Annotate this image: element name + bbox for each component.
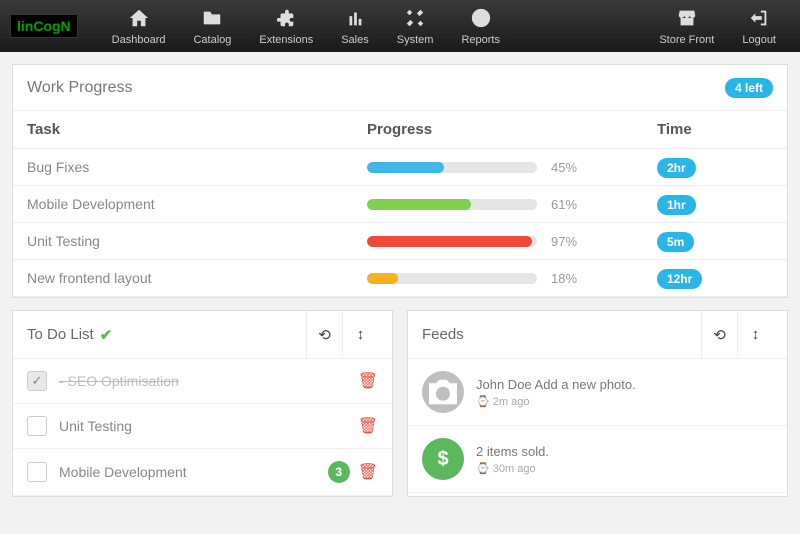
trash-icon[interactable]: 🗑 xyxy=(358,462,378,482)
wrench-icon xyxy=(404,7,426,32)
task-name: Mobile Development xyxy=(27,196,367,212)
progress-pct: 61% xyxy=(551,197,577,212)
todo-label: - SEO Optimisation xyxy=(59,373,179,389)
work-progress-title: Work Progress xyxy=(27,79,133,97)
checkbox[interactable] xyxy=(27,462,47,482)
trash-icon[interactable]: 🗑 xyxy=(358,371,378,391)
refresh-button[interactable]: ⟲ xyxy=(306,311,342,359)
top-nav: linCogN DashboardCatalogExtensionsSalesS… xyxy=(0,0,800,52)
nav-logout[interactable]: Logout xyxy=(728,3,790,50)
progress-pct: 97% xyxy=(551,234,577,249)
logout-icon xyxy=(748,7,770,32)
progress-pct: 45% xyxy=(551,160,577,175)
nav-extensions[interactable]: Extensions xyxy=(245,3,327,50)
trash-icon[interactable]: 🗑 xyxy=(358,416,378,436)
coins-icon xyxy=(344,7,366,32)
dollar-icon: $ xyxy=(422,438,464,480)
nav-store-front[interactable]: Store Front xyxy=(645,3,728,50)
progress-bar xyxy=(367,199,537,210)
work-progress-badge: 4 left xyxy=(725,78,773,98)
feed-item: John Doe Add a new photo. ⌚ 2m ago xyxy=(408,359,787,426)
home-icon xyxy=(128,7,150,32)
task-row: New frontend layout 18% 12hr xyxy=(13,260,787,297)
todo-item: Mobile Development 3 🗑 xyxy=(13,449,392,496)
time-badge: 12hr xyxy=(657,269,702,289)
store-icon xyxy=(676,7,698,32)
nav-catalog[interactable]: Catalog xyxy=(179,3,245,50)
nav-reports[interactable]: Reports xyxy=(447,3,514,50)
count-badge: 3 xyxy=(328,461,350,483)
task-row: Bug Fixes 45% 2hr xyxy=(13,149,787,186)
task-row: Unit Testing 97% 5m xyxy=(13,223,787,260)
feed-text: John Doe Add a new photo. xyxy=(476,377,636,392)
feed-text: 2 items sold. xyxy=(476,444,549,459)
col-header-task: Task xyxy=(27,121,367,138)
refresh-button[interactable]: ⟲ xyxy=(701,311,737,359)
nav-dashboard[interactable]: Dashboard xyxy=(98,3,180,50)
sort-button[interactable]: ↕ xyxy=(342,311,378,359)
progress-pct: 18% xyxy=(551,271,577,286)
work-progress-panel: Work Progress 4 left Task Progress Time … xyxy=(12,64,788,298)
nav-sales[interactable]: Sales xyxy=(327,3,383,50)
time-badge: 5m xyxy=(657,232,694,252)
folder-icon xyxy=(201,7,223,32)
todo-label: Unit Testing xyxy=(59,418,132,434)
col-header-progress: Progress xyxy=(367,121,657,138)
feed-item: $2 items sold. ⌚ 30m ago xyxy=(408,426,787,493)
checkbox[interactable] xyxy=(27,416,47,436)
todo-item: Unit Testing 🗑 xyxy=(13,404,392,449)
todo-item: - SEO Optimisation 🗑 xyxy=(13,359,392,404)
col-header-time: Time xyxy=(657,121,773,138)
nav-system[interactable]: System xyxy=(383,3,448,50)
task-name: New frontend layout xyxy=(27,270,367,286)
checkbox[interactable] xyxy=(27,371,47,391)
progress-bar xyxy=(367,273,537,284)
brand-logo: linCogN xyxy=(10,14,78,38)
feed-time: ⌚ 30m ago xyxy=(476,462,549,475)
time-badge: 1hr xyxy=(657,195,696,215)
todo-panel: To Do List ✔ ⟲ ↕ - SEO Optimisation🗑Unit… xyxy=(12,310,393,497)
sort-button[interactable]: ↕ xyxy=(737,311,773,359)
pie-icon xyxy=(470,7,492,32)
task-name: Unit Testing xyxy=(27,233,367,249)
feeds-title: Feeds xyxy=(422,326,464,343)
progress-bar xyxy=(367,236,537,247)
feed-time: ⌚ 2m ago xyxy=(476,395,636,408)
todo-label: Mobile Development xyxy=(59,464,187,480)
task-row: Mobile Development 61% 1hr xyxy=(13,186,787,223)
progress-bar xyxy=(367,162,537,173)
todo-title: To Do List xyxy=(27,326,94,343)
task-name: Bug Fixes xyxy=(27,159,367,175)
time-badge: 2hr xyxy=(657,158,696,178)
check-icon: ✔ xyxy=(100,326,113,344)
feeds-panel: Feeds ⟲ ↕ John Doe Add a new photo. ⌚ 2m … xyxy=(407,310,788,497)
puzzle-icon xyxy=(275,7,297,32)
camera-icon xyxy=(422,371,464,413)
